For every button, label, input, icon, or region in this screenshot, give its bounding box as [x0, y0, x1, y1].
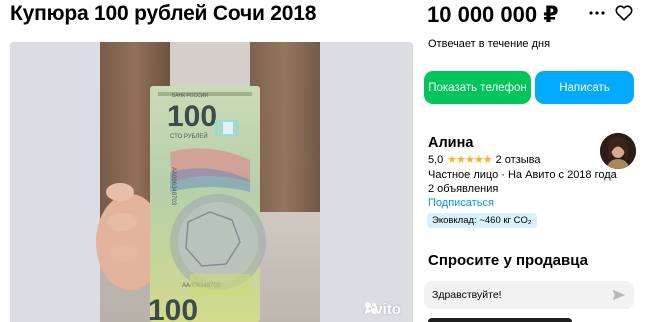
- send-icon[interactable]: [612, 288, 626, 302]
- seller-avatar[interactable]: [600, 133, 636, 169]
- note-serial-vertical: АА006348703: [170, 167, 176, 206]
- rating-stars: ★★★★★: [447, 154, 492, 166]
- photo-gallery[interactable]: 100 СТО РУБЛЕЙ БАНК РОССИИ АА006348703 А…: [10, 42, 413, 322]
- favorite-button[interactable]: [613, 2, 635, 24]
- note-denomination-bottom: 100: [148, 294, 198, 322]
- seller-name[interactable]: Алина: [428, 135, 473, 151]
- listing-photo: 100 СТО РУБЛЕЙ БАНК РОССИИ АА006348703 А…: [10, 42, 413, 322]
- show-phone-button[interactable]: Показать телефон: [424, 71, 531, 104]
- ask-seller-title: Спросите у продавца: [428, 252, 588, 269]
- subscribe-link[interactable]: Подписаться: [428, 197, 494, 209]
- listing-price: 10 000 000 ₽: [427, 2, 559, 27]
- rating-value: 5,0: [428, 153, 444, 166]
- seller-rating: 5,0 ★★★★★ 2 отзыва: [428, 153, 541, 167]
- next-action-button[interactable]: [428, 318, 572, 322]
- write-message-button[interactable]: Написать: [535, 71, 634, 104]
- eco-badge[interactable]: Эковклад: ~460 кг CO₂: [427, 213, 537, 228]
- note-caption: СТО РУБЛЕЙ: [170, 132, 208, 140]
- reply-time: Отвечает в течение дня: [428, 38, 551, 50]
- seller-type: Частное лицо · На Авито с 2018 года: [428, 169, 617, 181]
- note-denomination-top: 100: [167, 100, 217, 133]
- note-bank-text: БАНК РОССИИ: [172, 93, 208, 99]
- seller-ads-count[interactable]: 2 объявления: [428, 183, 498, 195]
- more-options-button[interactable]: [586, 2, 608, 24]
- listing-title: Купюра 100 рублей Сочи 2018: [10, 2, 317, 25]
- reviews-link[interactable]: 2 отзыва: [496, 154, 541, 166]
- avito-watermark: Avito: [364, 301, 401, 318]
- message-input[interactable]: Здравствуйте!: [424, 281, 634, 309]
- message-input-value: Здравствуйте!: [432, 289, 502, 301]
- more-dots-icon: [589, 11, 605, 15]
- avito-logo-icon: [365, 302, 378, 314]
- heart-icon: [615, 5, 633, 21]
- avatar-photo: [600, 133, 636, 169]
